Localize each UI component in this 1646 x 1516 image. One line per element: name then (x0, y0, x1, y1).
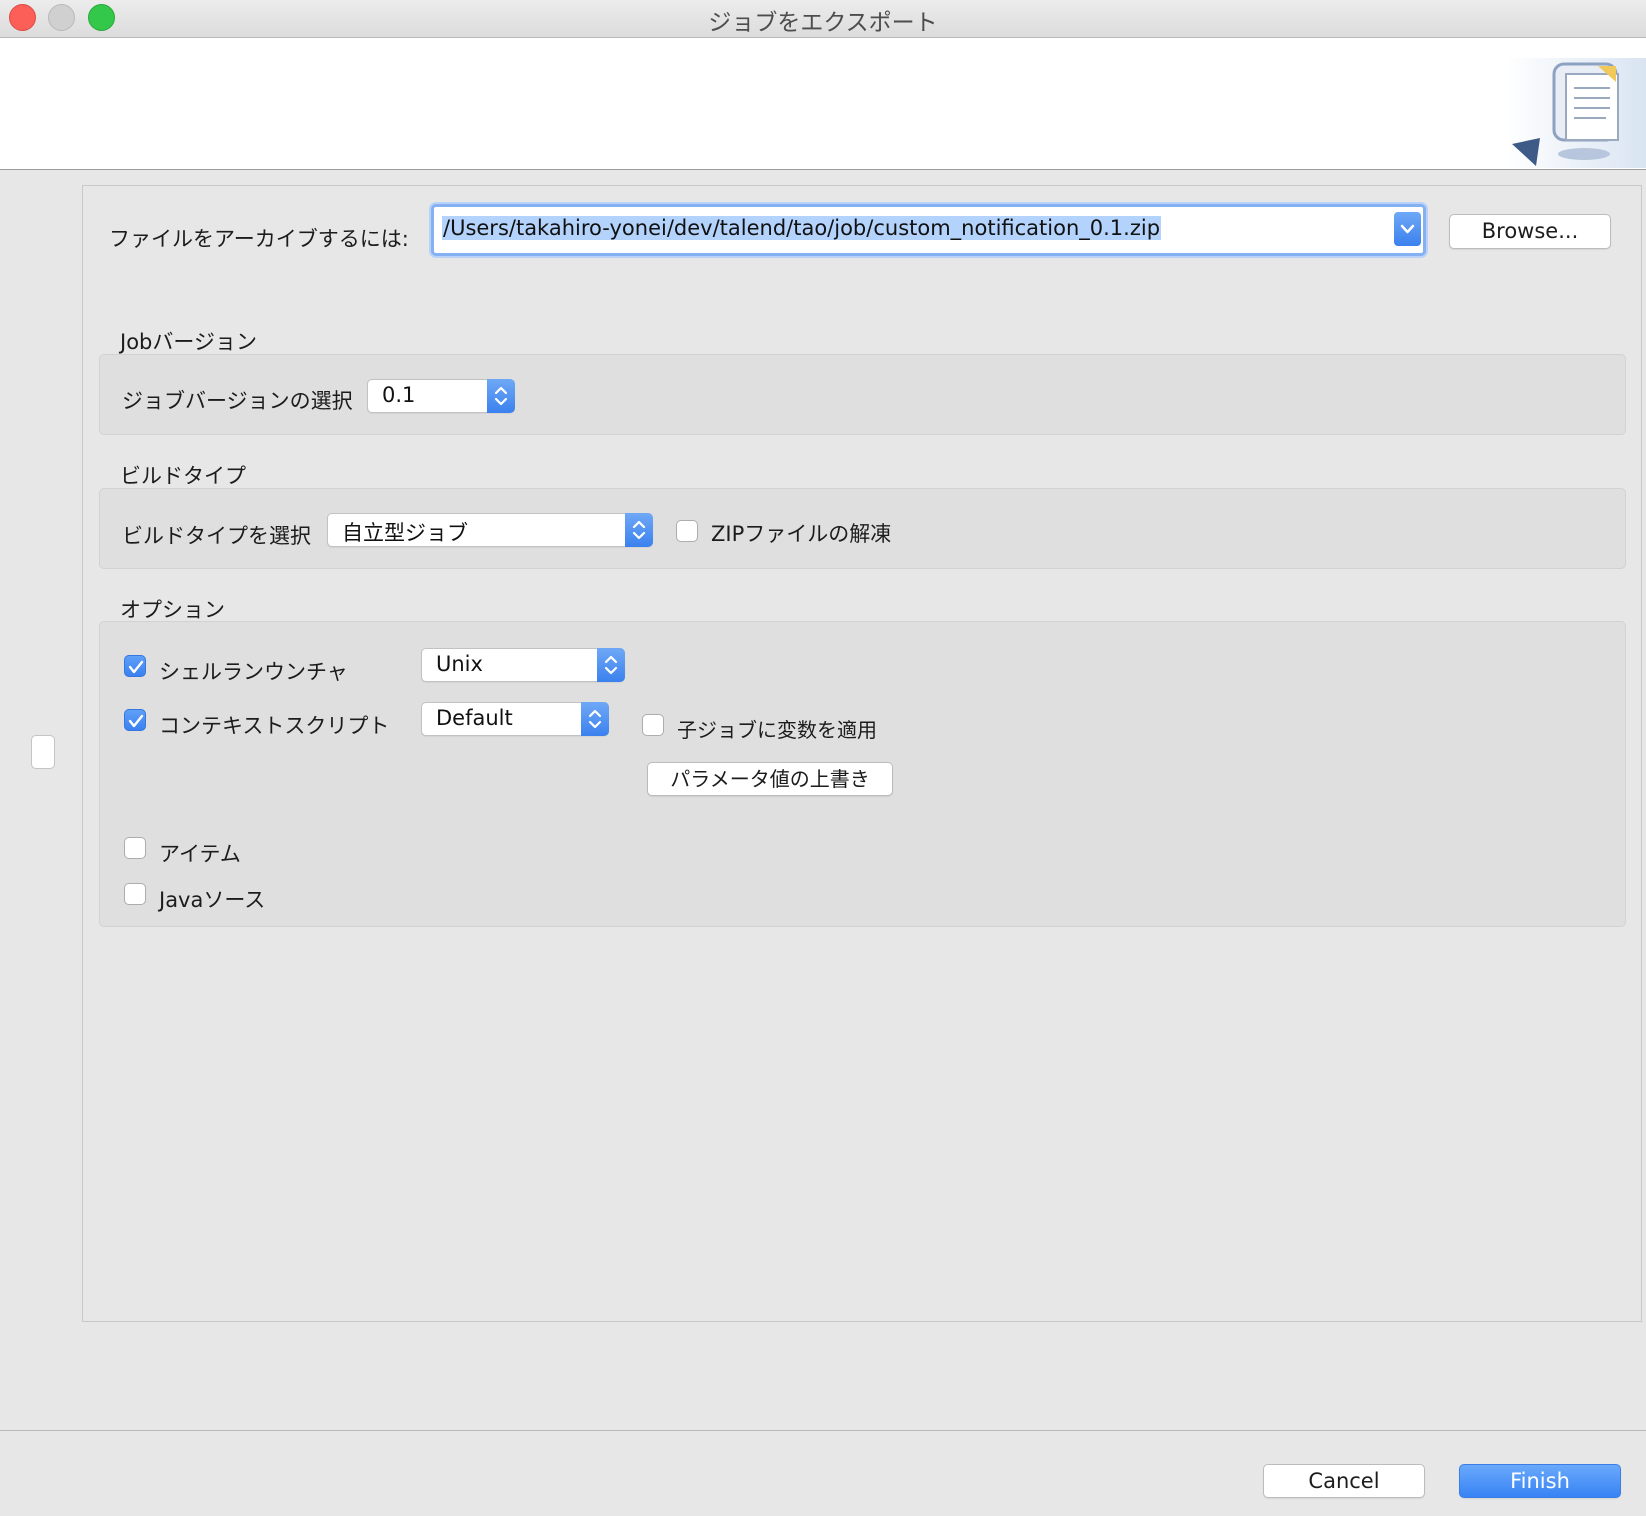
export-wizard-icon (1506, 58, 1646, 168)
build-type-value: 自立型ジョブ (342, 521, 468, 545)
wizard-banner (0, 38, 1646, 170)
options-group-title: オプション (120, 598, 225, 622)
java-source-label: Javaソース (159, 888, 266, 912)
shell-launcher-checkbox[interactable] (124, 655, 146, 677)
unzip-checkbox[interactable] (676, 520, 698, 542)
up-down-arrows-icon (625, 513, 653, 547)
job-version-value: 0.1 (382, 383, 416, 407)
java-source-checkbox[interactable] (124, 883, 146, 905)
apply-child-label: 子ジョブに変数を適用 (677, 718, 877, 742)
build-type-label: ビルドタイプを選択 (122, 524, 311, 548)
build-type-select[interactable]: 自立型ジョブ (327, 513, 653, 547)
finish-button[interactable]: Finish (1459, 1464, 1621, 1498)
cancel-button[interactable]: Cancel (1263, 1464, 1425, 1498)
context-script-select[interactable]: Default (421, 702, 609, 736)
archive-path-label: ファイルをアーカイブするには: (109, 227, 409, 251)
checkmark-icon (128, 714, 144, 728)
up-down-arrows-icon (581, 702, 609, 736)
archive-path-dropdown-button[interactable] (1394, 212, 1421, 246)
chevron-down-icon (1400, 224, 1415, 234)
unzip-label: ZIPファイルの解凍 (711, 522, 892, 546)
context-script-label: コンテキストスクリプト (159, 714, 390, 738)
shell-launcher-value: Unix (436, 652, 483, 676)
up-down-arrows-icon (597, 648, 625, 682)
build-type-group-title: ビルドタイプ (120, 464, 246, 488)
archive-path-value[interactable]: /Users/takahiro-yonei/dev/talend/tao/job… (442, 216, 1162, 240)
items-label: アイテム (159, 842, 241, 866)
override-parameters-button[interactable]: パラメータ値の上書き (647, 762, 893, 796)
apply-child-checkbox[interactable] (642, 714, 664, 736)
shell-launcher-select[interactable]: Unix (421, 648, 625, 682)
job-version-group-title: Jobバージョン (120, 330, 257, 354)
up-down-arrows-icon (487, 379, 515, 413)
footer-divider (0, 1430, 1646, 1431)
context-script-checkbox[interactable] (124, 709, 146, 731)
browse-button[interactable]: Browse... (1449, 214, 1611, 249)
context-script-value: Default (436, 706, 513, 730)
window-title: ジョブをエクスポート (708, 10, 938, 36)
job-version-label: ジョブバージョンの選択 (122, 389, 353, 413)
side-resize-handle[interactable] (31, 735, 55, 769)
shell-launcher-label: シェルランウンチャ (159, 660, 348, 684)
items-checkbox[interactable] (124, 837, 146, 859)
archive-path-combo[interactable]: /Users/takahiro-yonei/dev/talend/tao/job… (431, 204, 1426, 256)
job-version-select[interactable]: 0.1 (367, 379, 515, 413)
checkmark-icon (128, 660, 144, 674)
title-bar: ジョブをエクスポート (0, 0, 1646, 38)
